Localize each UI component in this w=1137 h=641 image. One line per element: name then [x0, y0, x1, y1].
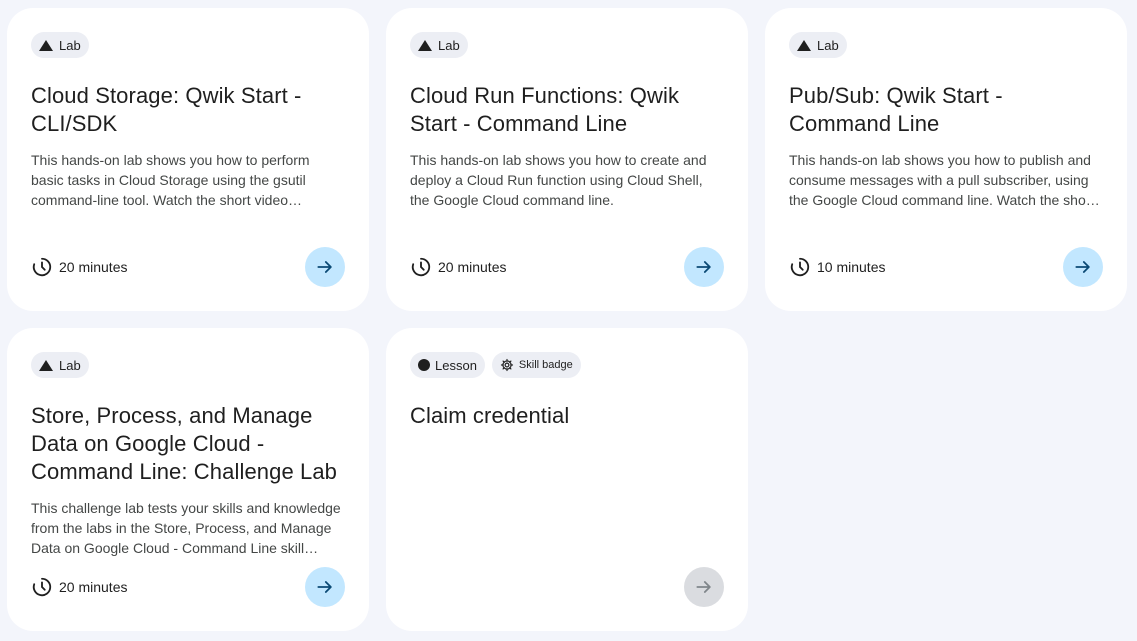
card-footer [410, 567, 724, 607]
chip-label: Lab [59, 357, 81, 373]
duration: 10 minutes [789, 256, 885, 278]
chip-label: Lab [817, 37, 839, 53]
card-description: This hands-on lab shows you how to publi… [789, 152, 1100, 208]
clock-icon [411, 257, 431, 277]
open-activity-button[interactable] [305, 247, 345, 287]
card-description: This hands-on lab shows you how to perfo… [31, 152, 310, 208]
chip-label: Skill badge [518, 359, 573, 371]
skill-badge-chip: Skill badge [491, 352, 581, 378]
duration-label: 20 minutes [59, 259, 128, 275]
card-description: This hands-on lab shows you how to creat… [410, 152, 707, 208]
open-activity-button[interactable] [1063, 247, 1103, 287]
activity-card-cloud-storage[interactable]: Lab Cloud Storage: Qwik Start - CLI/SDK … [7, 8, 369, 311]
badge-gear-icon [500, 358, 514, 372]
chip-row: Lab [31, 352, 345, 378]
chip-label: Lab [59, 37, 81, 53]
arrow-right-icon [317, 261, 332, 273]
clock-icon [790, 257, 810, 277]
card-title[interactable]: Claim credential [410, 402, 724, 430]
chip-row: Lab [789, 32, 1103, 58]
activity-card-pubsub[interactable]: Lab Pub/Sub: Qwik Start - Command Line T… [765, 8, 1127, 311]
card-title[interactable]: Pub/Sub: Qwik Start - Command Line [789, 82, 1103, 138]
activity-card-claim-credential[interactable]: Lesson Skill badge Claim credential [386, 328, 748, 631]
chip-row: Lab [410, 32, 724, 58]
arrow-right-icon [1075, 261, 1090, 273]
activity-card-challenge-lab[interactable]: Lab Store, Process, and Manage Data on G… [7, 328, 369, 631]
lab-triangle-icon [797, 39, 811, 51]
arrow-right-icon [696, 581, 711, 593]
lab-chip: Lab [410, 32, 468, 58]
card-title[interactable]: Cloud Storage: Qwik Start - CLI/SDK [31, 82, 345, 138]
chip-label: Lab [438, 37, 460, 53]
lab-triangle-icon [39, 359, 53, 371]
open-activity-button[interactable] [684, 247, 724, 287]
lab-chip: Lab [31, 352, 89, 378]
lab-chip: Lab [31, 32, 89, 58]
chip-label: Lesson [435, 357, 477, 373]
duration-label: 20 minutes [438, 259, 507, 275]
card-description: This challenge lab tests your skills and… [31, 500, 341, 556]
duration-label: 10 minutes [817, 259, 886, 275]
clock-icon [32, 257, 52, 277]
card-footer: 20 minutes [31, 567, 345, 607]
open-activity-button-disabled[interactable] [684, 567, 724, 607]
arrow-right-icon [317, 581, 332, 593]
duration: 20 minutes [31, 576, 127, 598]
card-footer: 20 minutes [410, 247, 724, 287]
lesson-chip: Lesson [410, 352, 485, 378]
chip-row: Lesson Skill badge [410, 352, 724, 378]
lab-triangle-icon [418, 39, 432, 51]
card-footer: 20 minutes [31, 247, 345, 287]
lab-triangle-icon [39, 39, 53, 51]
duration: 20 minutes [410, 256, 506, 278]
course-activity-grid: Lab Cloud Storage: Qwik Start - CLI/SDK … [0, 0, 1137, 641]
card-title[interactable]: Cloud Run Functions: Qwik Start - Comman… [410, 82, 724, 138]
clock-icon [32, 577, 52, 597]
open-activity-button[interactable] [305, 567, 345, 607]
duration-label: 20 minutes [59, 579, 128, 595]
chip-row: Lab [31, 32, 345, 58]
card-footer: 10 minutes [789, 247, 1103, 287]
activity-card-cloud-run-functions[interactable]: Lab Cloud Run Functions: Qwik Start - Co… [386, 8, 748, 311]
duration: 20 minutes [31, 256, 127, 278]
card-title[interactable]: Store, Process, and Manage Data on Googl… [31, 402, 345, 486]
arrow-right-icon [696, 261, 711, 273]
lab-chip: Lab [789, 32, 847, 58]
lesson-dot-icon [418, 359, 430, 371]
